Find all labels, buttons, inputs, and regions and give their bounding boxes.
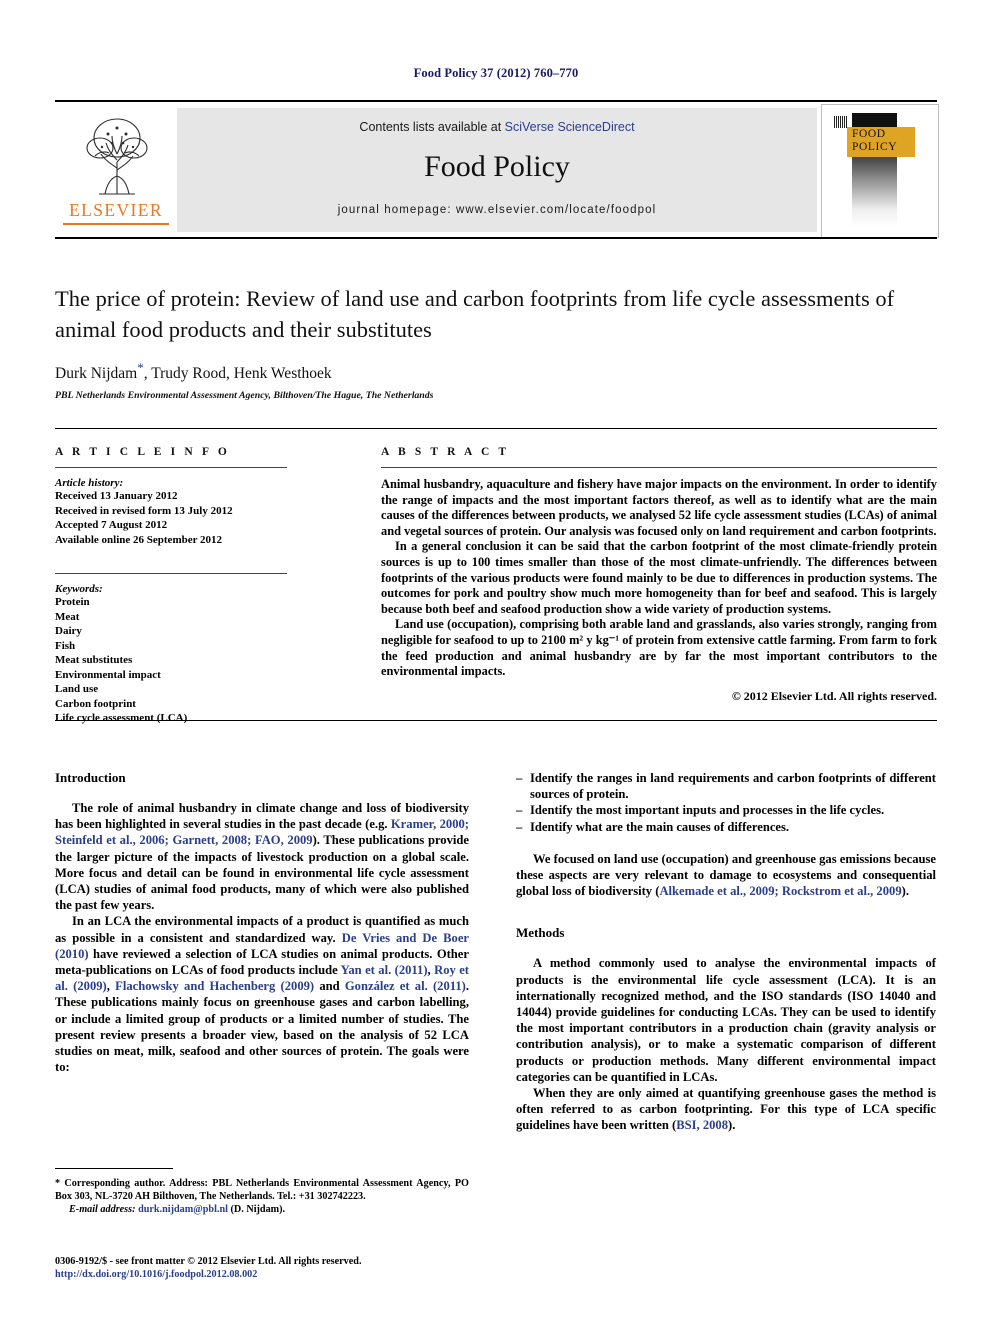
keyword-item: Meat substitutes bbox=[55, 654, 133, 666]
methods-paragraph-2: When they are only aimed at quantifying … bbox=[516, 1085, 936, 1134]
keyword-item: Fish bbox=[55, 639, 76, 652]
body-column-right: – Identify the ranges in land requirement… bbox=[516, 770, 936, 1134]
goal-text: Identify the most important inputs and p… bbox=[530, 803, 885, 818]
citation-link[interactable]: Yan et al. (2011) bbox=[341, 963, 428, 977]
masthead-center-panel: Contents lists available at SciVerse Sci… bbox=[177, 108, 817, 232]
keyword-item: Land use bbox=[55, 683, 99, 695]
issn-doi-block: 0306-9192/$ - see front matter © 2012 El… bbox=[55, 1255, 469, 1282]
article-history-item: Received 13 January 2012 bbox=[55, 490, 178, 502]
email-suffix: (D. Nijdam). bbox=[227, 1204, 286, 1216]
article-history-label: Article history: bbox=[55, 477, 124, 489]
page-title: The price of protein: Review of land use… bbox=[55, 286, 895, 342]
article-history-item: Available online 26 September 2012 bbox=[55, 533, 223, 546]
masthead-bottom-rule bbox=[55, 237, 937, 239]
email-label: E-mail address: bbox=[69, 1204, 136, 1216]
copyright-line: © 2012 Elsevier Ltd. All rights reserved… bbox=[731, 688, 937, 703]
running-head: Food Policy 37 (2012) 760–770 bbox=[413, 66, 579, 80]
article-info-heading: A R T I C L E I N F O bbox=[55, 446, 230, 458]
info-abstract-band: A R T I C L E I N F O Article history: R… bbox=[55, 428, 937, 726]
keywords-block: Keywords: Protein Meat Dairy Fish Meat s… bbox=[55, 573, 287, 726]
methods-heading: Methods bbox=[516, 925, 565, 941]
keyword-item: Carbon footprint bbox=[55, 697, 136, 710]
footnote-rule bbox=[55, 1168, 173, 1169]
elsevier-tree-icon bbox=[86, 118, 148, 195]
author-first: Durk Nijdam bbox=[55, 365, 138, 383]
article-history-item: Received in revised form 13 July 2012 bbox=[55, 504, 233, 517]
author-list: Durk Nijdam*, Trudy Rood, Henk Westhoek bbox=[55, 360, 937, 383]
intro-p2-text-e: and bbox=[314, 979, 345, 994]
article-info-column: A R T I C L E I N F O Article history: R… bbox=[55, 446, 287, 726]
band-bottom-rule bbox=[55, 720, 937, 721]
affiliation: PBL Netherlands Environmental Assessment… bbox=[55, 390, 434, 402]
contents-prefix: Contents lists available at bbox=[359, 120, 505, 134]
sciencedirect-link[interactable]: SciVerse ScienceDirect bbox=[505, 120, 635, 134]
issn-line: 0306-9192/$ - see front matter © 2012 El… bbox=[55, 1256, 362, 1267]
abstract-column: A B S T R A C T Animal husbandry, aquacu… bbox=[381, 446, 937, 704]
keywords-rule bbox=[55, 573, 287, 574]
citation-link[interactable]: González et al. (2011) bbox=[345, 979, 466, 993]
intro-p2-text-f: . These publications mainly focus on gre… bbox=[55, 979, 469, 1075]
introduction-paragraph-1: The role of animal husbandry in climate … bbox=[55, 800, 469, 913]
list-item: – Identify the ranges in land requirement… bbox=[516, 770, 936, 802]
contents-available-line: Contents lists available at SciVerse Sci… bbox=[177, 120, 817, 134]
author-rest: , Trudy Rood, Henk Westhoek bbox=[143, 365, 332, 383]
journal-title: Food Policy bbox=[424, 150, 570, 183]
abstract-heading: A B S T R A C T bbox=[381, 446, 510, 458]
abstract-paragraph: Land use (occupation), comprising both a… bbox=[381, 617, 937, 679]
keyword-item: Life cycle assessment (LCA) bbox=[55, 712, 188, 724]
footnote-block: * Corresponding author. Address: PBL Net… bbox=[55, 1168, 469, 1217]
body-column-left: Introduction The role of animal husbandr… bbox=[55, 770, 469, 1075]
intro-p2-text-d: , bbox=[106, 979, 116, 994]
masthead-top-rule bbox=[55, 100, 937, 102]
abstract-rule bbox=[381, 467, 937, 468]
cover-art: FOOD POLICY bbox=[831, 113, 927, 227]
citation-link[interactable]: BSI, 2008 bbox=[676, 1118, 728, 1132]
article-info-rule bbox=[55, 467, 287, 468]
focus-text-b: ). bbox=[901, 884, 909, 899]
keyword-item: Meat bbox=[55, 610, 80, 623]
keyword-item: Environmental impact bbox=[55, 668, 161, 681]
methods-paragraph-1: A method commonly used to analyse the en… bbox=[516, 956, 936, 1084]
goals-list: – Identify the ranges in land requirement… bbox=[516, 770, 936, 835]
cover-title-line1: FOOD bbox=[852, 128, 886, 140]
doi-link[interactable]: http://dx.doi.org/10.1016/j.foodpol.2012… bbox=[55, 1268, 469, 1281]
keywords-label: Keywords: bbox=[55, 583, 103, 595]
abstract-paragraph: Animal husbandry, aquaculture and fisher… bbox=[381, 477, 937, 538]
journal-masthead: ELSEVIER Contents lists available at Sci… bbox=[55, 100, 939, 240]
elsevier-logo: ELSEVIER bbox=[57, 108, 175, 232]
email-note: E-mail address: durk.nijdam@pbl.nl (D. N… bbox=[55, 1203, 469, 1216]
methods-p2-text-b: ). bbox=[728, 1118, 736, 1133]
focus-paragraph: We focused on land use (occupation) and … bbox=[516, 851, 936, 900]
goal-text: Identify what are the main causes of dif… bbox=[530, 819, 790, 834]
introduction-paragraph-2: In an LCA the environmental impacts of a… bbox=[55, 913, 469, 1075]
cover-gradient-band bbox=[852, 145, 897, 227]
goal-text: Identify the ranges in land requirements… bbox=[530, 771, 936, 802]
abstract-paragraph: In a general conclusion it can be said t… bbox=[381, 539, 937, 616]
corresponding-author-note: * Corresponding author. Address: PBL Net… bbox=[55, 1178, 469, 1203]
journal-article-page: Food Policy 37 (2012) 760–770 ELSEVIER C… bbox=[0, 0, 992, 1323]
elsevier-underline bbox=[63, 223, 169, 225]
cover-title-line2: POLICY bbox=[852, 141, 898, 153]
band-top-rule bbox=[55, 428, 937, 429]
list-dash: – bbox=[516, 819, 523, 834]
article-history-item: Accepted 7 August 2012 bbox=[55, 519, 168, 531]
citation-link[interactable]: Flachowsky and Hachenberg (2009) bbox=[115, 979, 314, 993]
list-item: – Identify what are the main causes of di… bbox=[516, 819, 936, 835]
email-link[interactable]: durk.nijdam@pbl.nl bbox=[138, 1204, 228, 1215]
journal-homepage-link[interactable]: journal homepage: www.elsevier.com/locat… bbox=[177, 204, 817, 216]
journal-cover-thumbnail: FOOD POLICY bbox=[821, 104, 939, 238]
citation-link[interactable]: Alkemade et al., 2009; Rockstrom et al.,… bbox=[659, 884, 901, 898]
elsevier-wordmark: ELSEVIER bbox=[69, 200, 163, 220]
introduction-heading: Introduction bbox=[55, 770, 126, 785]
list-dash: – bbox=[516, 803, 523, 818]
keyword-item: Dairy bbox=[55, 625, 82, 637]
cover-barcode-icon bbox=[834, 116, 848, 128]
title-block: The price of protein: Review of land use… bbox=[55, 283, 937, 401]
list-dash: – bbox=[516, 771, 523, 785]
keyword-item: Protein bbox=[55, 596, 90, 608]
list-item: – Identify the most important inputs and … bbox=[516, 802, 936, 818]
